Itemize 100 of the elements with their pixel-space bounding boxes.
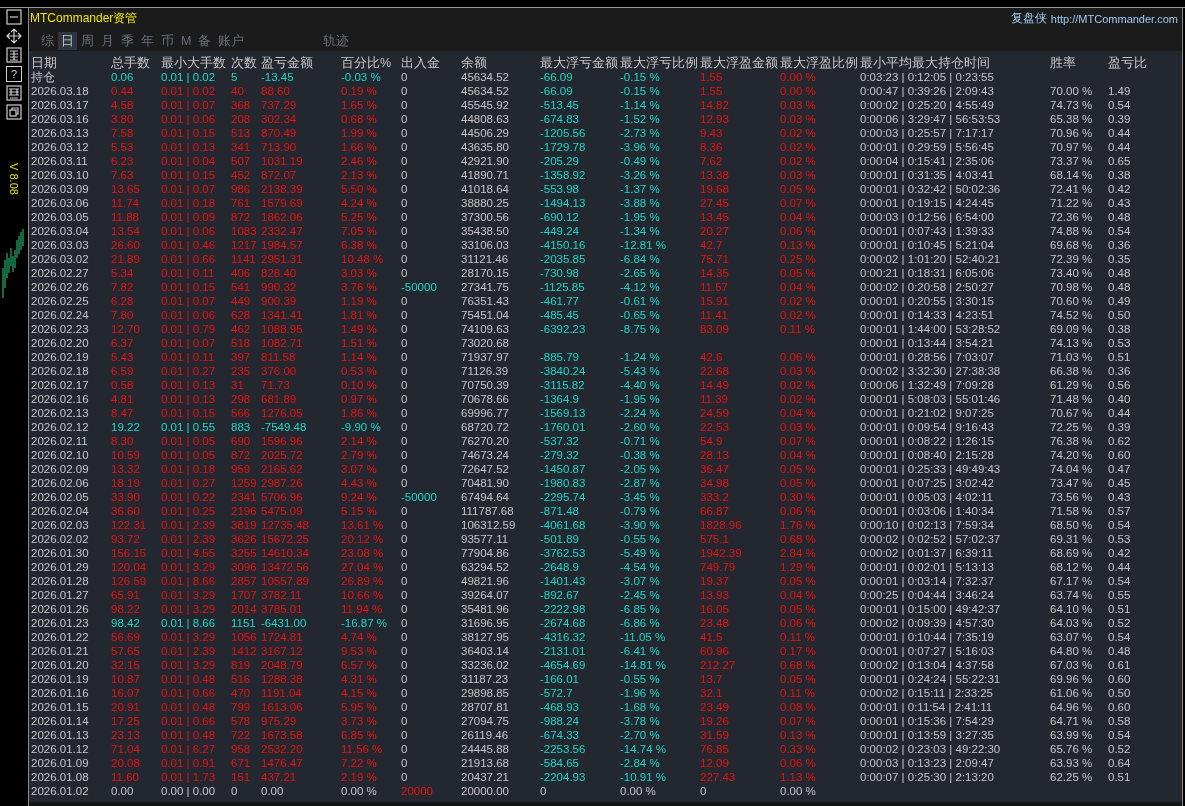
tab[interactable]: 轨迹 bbox=[320, 32, 353, 50]
column-header[interactable]: 总手数 bbox=[111, 56, 150, 70]
version-label: V 8.08 bbox=[8, 163, 20, 195]
table-cell: 64.03 % bbox=[1050, 616, 1093, 630]
table-cell: 690 bbox=[231, 434, 251, 448]
tab[interactable]: 月 bbox=[98, 32, 117, 50]
table-cell: 10.66 % bbox=[341, 588, 384, 602]
table-cell: -730.98 bbox=[540, 266, 579, 280]
table-cell: 0.01 | 1.73 bbox=[161, 770, 216, 784]
table-cell: 3626 bbox=[231, 532, 257, 546]
table-cell: 0.01 | 0.06 bbox=[161, 224, 216, 238]
column-header[interactable]: 最大浮盈金额 bbox=[700, 56, 778, 70]
table-cell: 11.39 bbox=[700, 392, 728, 406]
table-cell: -553.98 bbox=[540, 182, 579, 196]
table-cell: 575.1 bbox=[700, 532, 729, 546]
move-icon[interactable] bbox=[6, 28, 22, 44]
table-cell: 71.48 % bbox=[1050, 392, 1093, 406]
column-header[interactable]: 出入金 bbox=[401, 56, 440, 70]
table-cell: 1.55 bbox=[700, 70, 723, 84]
table-cell: -1569.13 bbox=[540, 406, 586, 420]
tab[interactable]: 综 bbox=[38, 32, 57, 50]
table-cell: 2026.02.18 bbox=[31, 364, 89, 378]
table-cell: -1450.87 bbox=[540, 462, 586, 476]
table-cell: 2026.02.26 bbox=[31, 280, 89, 294]
table-cell: -166.01 bbox=[540, 672, 579, 686]
table-cell: 5 bbox=[231, 70, 238, 84]
table-cell: 959 bbox=[231, 462, 251, 476]
table-cell: 0.01 | 0.91 bbox=[161, 756, 216, 770]
column-header[interactable]: 胜率 bbox=[1050, 56, 1076, 70]
table-cell: -3.78 % bbox=[620, 714, 660, 728]
table-cell: -50000 bbox=[401, 280, 437, 294]
table-cell: 0.01 | 0.48 bbox=[161, 672, 216, 686]
tab[interactable]: 日 bbox=[58, 32, 77, 50]
table-cell: 64.71 % bbox=[1050, 714, 1093, 728]
table-cell: 0.13 % bbox=[780, 238, 816, 252]
tab[interactable]: 季 bbox=[118, 32, 137, 50]
table-cell: 36.60 bbox=[111, 504, 140, 518]
table-cell: 70678.66 bbox=[461, 392, 509, 406]
table-cell: 0:00:01 | 0:10:44 | 7:35:19 bbox=[860, 630, 994, 644]
table-cell: 64.80 % bbox=[1050, 644, 1093, 658]
column-header[interactable]: 最大浮亏金额 bbox=[540, 56, 618, 70]
table-cell: 0.05 % bbox=[780, 602, 816, 616]
table-cell: 17.25 bbox=[111, 714, 140, 728]
table-cell: 227.43 bbox=[700, 770, 736, 784]
table-cell: 0 bbox=[401, 518, 408, 532]
column-header[interactable]: 日期 bbox=[31, 56, 57, 70]
column-header[interactable]: 盈亏比 bbox=[1108, 56, 1147, 70]
table-cell: 1288.38 bbox=[261, 672, 303, 686]
table-cell: 63.93 % bbox=[1050, 756, 1093, 770]
table-cell: 35481.96 bbox=[461, 602, 509, 616]
table-cell: 470 bbox=[231, 686, 251, 700]
restore-window-icon[interactable] bbox=[6, 104, 22, 120]
table-cell: 19.22 bbox=[111, 420, 140, 434]
table-cell: 799 bbox=[231, 700, 251, 714]
column-header[interactable]: 余额 bbox=[461, 56, 487, 70]
table-cell: -2.45 % bbox=[620, 588, 660, 602]
table-cell: 64.96 % bbox=[1050, 700, 1093, 714]
table-cell: 2026.03.18 bbox=[31, 84, 89, 98]
column-header[interactable]: 最大浮盈比例 bbox=[780, 56, 858, 70]
help-button[interactable]: ? bbox=[6, 66, 22, 82]
table-cell: 3255 bbox=[231, 546, 257, 560]
table-cell: -2222.98 bbox=[540, 602, 586, 616]
table-cell: 2026.03.05 bbox=[31, 210, 89, 224]
table-cell: 3.80 bbox=[111, 112, 134, 126]
table-cell: 20.27 bbox=[700, 224, 729, 238]
table-cell: 0.05 % bbox=[780, 476, 816, 490]
grid-icon[interactable] bbox=[6, 85, 22, 101]
list-icon[interactable] bbox=[6, 47, 22, 63]
table-cell: 0 bbox=[401, 210, 408, 224]
website-link[interactable]: http://MTCommander.com bbox=[1050, 12, 1178, 25]
table-cell: 1.51 % bbox=[341, 336, 377, 350]
table-cell: 2026.02.12 bbox=[31, 420, 89, 434]
table-cell: 29898.85 bbox=[461, 686, 509, 700]
table-cell: 0.01 | 8.66 bbox=[161, 574, 216, 588]
table-cell: 2026.02.03 bbox=[31, 518, 89, 532]
table-cell: 28170.15 bbox=[461, 266, 509, 280]
table-cell: 23.13 bbox=[111, 728, 140, 742]
column-header[interactable]: 次数 bbox=[231, 56, 257, 70]
column-header[interactable]: 最大浮亏比例 bbox=[620, 56, 698, 70]
column-header[interactable]: 最小平均最大持仓时间 bbox=[860, 56, 990, 70]
table-cell: -0.49 % bbox=[620, 154, 660, 168]
table-cell: 2026.02.09 bbox=[31, 462, 89, 476]
table-cell: 122.31 bbox=[111, 518, 147, 532]
minimize-icon[interactable] bbox=[6, 9, 22, 25]
table-cell: 4.15 % bbox=[341, 686, 377, 700]
table-cell: 0 bbox=[401, 140, 408, 154]
table-cell: 2026.01.13 bbox=[31, 728, 89, 742]
column-header[interactable]: 最小大手数 bbox=[161, 56, 226, 70]
tab[interactable]: 账户 bbox=[215, 32, 248, 50]
table-cell: 5.43 bbox=[111, 350, 134, 364]
table-cell: 0:00:01 | 0:24:24 | 55:22:31 bbox=[860, 672, 1001, 686]
table-cell: 0.45 bbox=[1108, 476, 1131, 490]
table-cell: 0 bbox=[401, 546, 408, 560]
column-header[interactable]: 盈亏金额 bbox=[261, 56, 313, 70]
tab[interactable]: 周 bbox=[78, 32, 97, 50]
table-cell: 23.48 bbox=[700, 616, 729, 630]
table-cell: 0 bbox=[401, 126, 408, 140]
app-title: MTCommander资管 bbox=[30, 10, 138, 27]
table-cell: 62.25 % bbox=[1050, 770, 1093, 784]
column-header[interactable]: 百分比% bbox=[341, 56, 392, 70]
